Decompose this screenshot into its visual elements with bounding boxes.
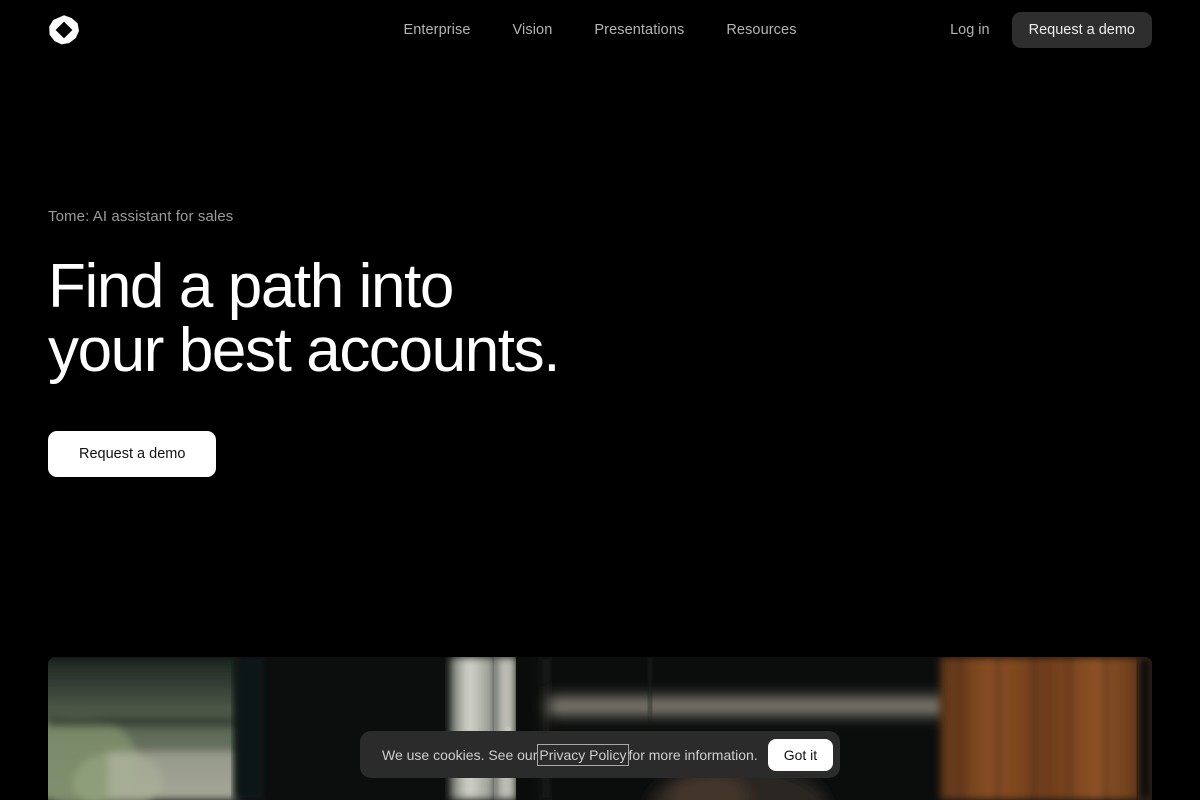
tome-logo-glyph — [49, 15, 79, 45]
tome-logo-icon[interactable] — [48, 14, 80, 46]
site-header: Enterprise Vision Presentations Resource… — [0, 0, 1200, 60]
page-title: Find a path into your best accounts. — [48, 252, 560, 385]
hero-eyebrow: Tome: AI assistant for sales — [48, 208, 234, 225]
hero-request-demo-button[interactable]: Request a demo — [48, 430, 217, 477]
privacy-policy-link[interactable]: Privacy Policy — [537, 743, 629, 766]
header-request-demo-button[interactable]: Request a demo — [1011, 12, 1152, 48]
header-actions: Log in Request a demo — [950, 0, 1152, 60]
nav-item-vision[interactable]: Vision — [513, 22, 553, 38]
cookie-text-after: for more information. — [628, 746, 758, 763]
nav-item-enterprise[interactable]: Enterprise — [403, 22, 470, 38]
cookie-consent-banner: We use cookies. See our Privacy Policy f… — [360, 731, 840, 778]
hero-image — [48, 657, 1152, 800]
hero-image-artwork — [48, 657, 1152, 800]
nav-item-presentations[interactable]: Presentations — [594, 22, 684, 38]
nav-item-resources[interactable]: Resources — [726, 22, 796, 38]
cookie-text-before: We use cookies. See our — [382, 746, 538, 763]
cookie-message: We use cookies. See our Privacy Policy f… — [382, 743, 758, 766]
log-in-link[interactable]: Log in — [950, 22, 990, 38]
cookie-accept-button[interactable]: Got it — [767, 738, 834, 771]
hero-section: Tome: AI assistant for sales Find a path… — [48, 206, 748, 477]
